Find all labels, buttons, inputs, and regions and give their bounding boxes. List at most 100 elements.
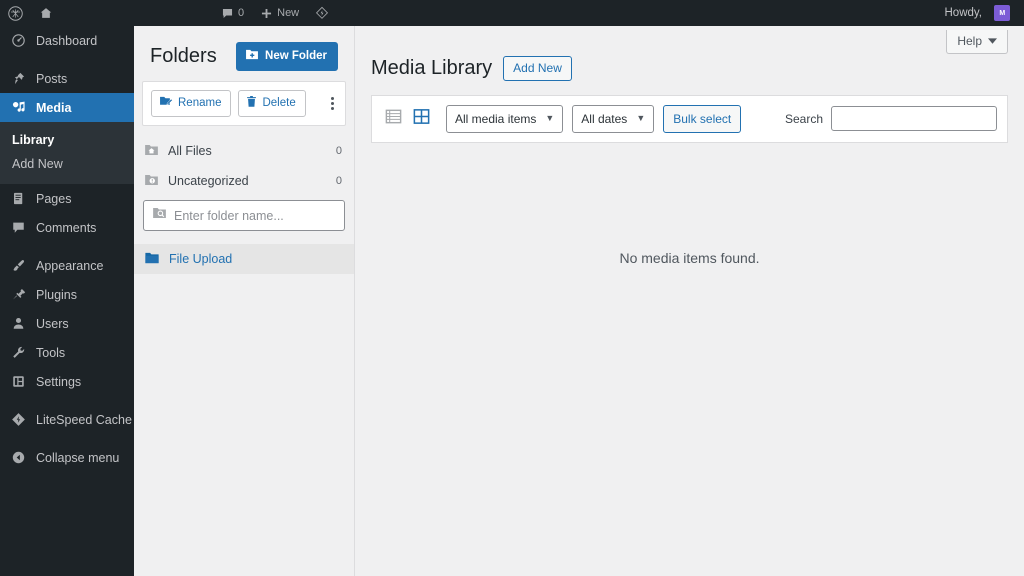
folder-list: All Files 0 Uncategorized 0 Enter folder…: [134, 126, 354, 275]
chevron-down-icon: ▼: [545, 113, 555, 124]
sidebar-item-label: Comments: [36, 220, 97, 235]
grid-view-button[interactable]: [410, 107, 433, 130]
folder-row-file-upload[interactable]: File Upload: [134, 244, 354, 275]
my-account-menu[interactable]: Howdy, M: [937, 0, 1019, 26]
sidebar-item-label: Pages: [36, 191, 72, 206]
sidebar-item-label: Settings: [36, 374, 82, 389]
media-type-filter[interactable]: All media items ▼: [446, 104, 564, 133]
bulk-select-button[interactable]: Bulk select: [663, 104, 742, 133]
delete-button[interactable]: Delete: [238, 89, 306, 118]
litespeed-diamond-icon: [315, 6, 329, 20]
new-content-menu[interactable]: New: [252, 0, 307, 26]
new-content-label: New: [277, 7, 300, 19]
folders-toolbar: Rename Delete: [151, 89, 337, 118]
site-name-menu[interactable]: [31, 0, 61, 26]
rename-label: Rename: [178, 96, 222, 109]
view-switch: [382, 107, 433, 130]
sidebar-item-label: Posts: [36, 71, 68, 86]
pin-icon: [10, 70, 27, 87]
folder-label: Uncategorized: [168, 174, 249, 189]
folders-header: Folders New Folder: [134, 26, 354, 81]
folder-row-all-files[interactable]: All Files 0: [134, 136, 354, 166]
trash-icon: [246, 95, 257, 113]
sidebar-item-add-new-media[interactable]: Add New: [0, 152, 134, 176]
collapse-menu-label: Collapse menu: [36, 450, 120, 465]
folder-plus-icon: [245, 48, 259, 65]
sidebar-item-users[interactable]: Users: [0, 309, 134, 338]
folders-panel: Folders New Folder Rename Delete All Fil…: [134, 26, 355, 576]
dashboard-icon: [10, 32, 27, 49]
collapse-menu-button[interactable]: Collapse menu: [0, 443, 134, 472]
admin-bar-center: 0 New: [213, 0, 337, 26]
collapse-arrow-icon: [10, 449, 27, 466]
admin-bar-right: Howdy, M: [937, 0, 1024, 26]
comment-bubble-icon: [10, 219, 27, 236]
sidebar-item-label: Dashboard: [36, 33, 98, 48]
date-filter-value: All dates: [581, 111, 628, 126]
plus-icon: [260, 7, 273, 20]
sidebar-separator: [0, 434, 134, 443]
list-view-button[interactable]: [382, 107, 405, 130]
media-library-main: Help Media Library Add New All media ite…: [355, 26, 1024, 576]
folder-home-icon: [144, 143, 159, 160]
folder-search-input[interactable]: [174, 208, 336, 223]
sidebar-separator: [0, 242, 134, 251]
litespeed-menu[interactable]: [307, 0, 337, 26]
chevron-down-icon: ▼: [636, 113, 646, 124]
wordpress-logo-icon: [8, 5, 23, 21]
litespeed-diamond-icon: [10, 411, 27, 428]
folders-card: Rename Delete: [142, 80, 346, 127]
home-icon: [39, 6, 53, 20]
delete-label: Delete: [262, 96, 296, 109]
admin-sidebar: Dashboard Posts Media Library Add New Pa…: [0, 26, 142, 576]
media-search: Search: [784, 106, 997, 132]
new-folder-label: New Folder: [265, 49, 327, 62]
folder-label: File Upload: [169, 252, 233, 267]
sidebar-item-posts[interactable]: Posts: [0, 64, 134, 93]
help-button[interactable]: Help: [946, 30, 1008, 54]
sidebar-item-dashboard[interactable]: Dashboard: [0, 26, 134, 55]
sidebar-item-pages[interactable]: Pages: [0, 184, 134, 213]
rename-button[interactable]: Rename: [151, 89, 232, 118]
sidebar-item-label: Appearance: [36, 258, 104, 273]
avatar: M: [994, 5, 1010, 21]
sidebar-separator: [0, 396, 134, 405]
plug-icon: [10, 286, 27, 303]
sidebar-item-litespeed-cache[interactable]: LiteSpeed Cache: [0, 405, 134, 434]
folder-row-uncategorized[interactable]: Uncategorized 0: [134, 166, 354, 196]
search-label: Search: [784, 111, 823, 126]
sidebar-item-label: LiteSpeed Cache: [36, 412, 132, 427]
folder-filled-icon: [144, 251, 160, 268]
date-filter[interactable]: All dates ▼: [572, 104, 655, 133]
folder-search-field[interactable]: [143, 200, 345, 232]
add-new-button[interactable]: Add New: [503, 56, 572, 81]
sidebar-item-label: Users: [36, 316, 69, 331]
paintbrush-icon: [10, 257, 27, 274]
wordpress-logo-menu[interactable]: [0, 0, 31, 26]
sidebar-item-library[interactable]: Library: [0, 128, 134, 152]
page-icon: [10, 190, 27, 207]
list-view-icon: [384, 107, 403, 131]
page-title: Media Library: [371, 56, 493, 79]
kebab-menu-icon[interactable]: [331, 96, 334, 110]
help-tab-wrap: Help: [355, 26, 1024, 54]
media-submenu: Library Add New: [0, 122, 134, 184]
sidebar-item-label: Plugins: [36, 287, 77, 302]
user-icon: [10, 315, 27, 332]
submenu-label: Add New: [12, 157, 63, 171]
search-input[interactable]: [831, 106, 997, 132]
sidebar-item-plugins[interactable]: Plugins: [0, 280, 134, 309]
sidebar-item-appearance[interactable]: Appearance: [0, 251, 134, 280]
sidebar-item-media[interactable]: Media: [0, 93, 142, 122]
sidebar-item-comments[interactable]: Comments: [0, 213, 134, 242]
page-header: Media Library Add New: [355, 54, 1024, 81]
sliders-icon: [10, 373, 27, 390]
sidebar-item-tools[interactable]: Tools: [0, 338, 134, 367]
sidebar-item-settings[interactable]: Settings: [0, 367, 134, 396]
folder-count: 0: [335, 175, 342, 188]
wp-admin-screen: 0 New Howdy, M Dashboard Posts Media Lib…: [0, 0, 1024, 576]
grid-view-icon: [412, 107, 431, 131]
comments-menu[interactable]: 0: [213, 0, 252, 26]
media-icon: [10, 99, 27, 116]
new-folder-button[interactable]: New Folder: [236, 42, 338, 71]
